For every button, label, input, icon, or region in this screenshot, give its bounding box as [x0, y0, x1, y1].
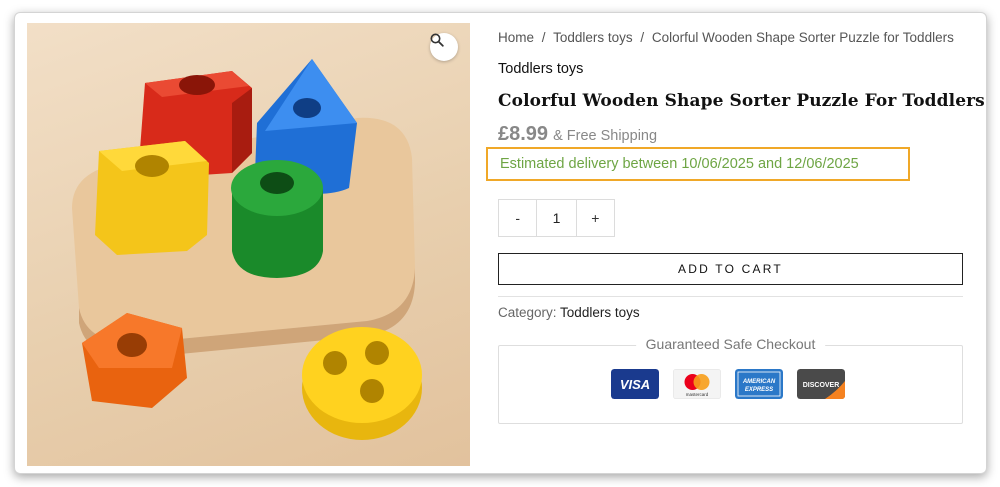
- delivery-highlight-box: Estimated delivery between 10/06/2025 an…: [486, 147, 910, 181]
- product-summary: Home / Toddlers toys / Colorful Wooden S…: [486, 13, 985, 473]
- product-category-meta: Category: Toddlers toys: [498, 305, 640, 320]
- price-row: £8.99 & Free Shipping: [498, 123, 657, 146]
- breadcrumb-current: Colorful Wooden Shape Sorter Puzzle for …: [651, 30, 954, 45]
- svg-text:mastercard: mastercard: [686, 392, 709, 397]
- svg-text:AMERICAN: AMERICAN: [742, 379, 776, 385]
- safe-checkout-box: Guaranteed Safe Checkout VISA mastercard…: [498, 336, 963, 424]
- breadcrumb-separator: /: [640, 30, 645, 45]
- product-image[interactable]: [27, 23, 470, 466]
- product-price: £8.99: [498, 123, 549, 145]
- svg-text:VISA: VISA: [620, 377, 650, 392]
- amex-card-icon: AMERICAN EXPRESS: [735, 369, 783, 399]
- breadcrumb-category-link[interactable]: Toddlers toys: [553, 30, 633, 45]
- category-heading: Toddlers toys: [498, 61, 584, 77]
- product-page-frame: Home / Toddlers toys / Colorful Wooden S…: [14, 12, 987, 474]
- quantity-minus-button[interactable]: -: [499, 200, 536, 236]
- discover-card-icon: DISCOVER: [797, 369, 845, 399]
- quantity-input[interactable]: 1: [536, 200, 577, 236]
- category-meta-link[interactable]: Toddlers toys: [560, 305, 640, 320]
- category-meta-label: Category:: [498, 305, 557, 320]
- estimated-delivery: Estimated delivery between 10/06/2025 an…: [500, 156, 859, 172]
- shipping-note: & Free Shipping: [553, 128, 658, 144]
- magnifier-icon[interactable]: [430, 33, 458, 61]
- breadcrumb-home-link[interactable]: Home: [498, 30, 534, 45]
- shape-sorter-illustration: [72, 59, 422, 440]
- add-to-cart-button[interactable]: ADD TO CART: [498, 253, 963, 285]
- svg-text:EXPRESS: EXPRESS: [745, 387, 773, 393]
- breadcrumb-separator: /: [541, 30, 546, 45]
- payment-cards: VISA mastercard AMERICAN EXPRESS DISCOVE…: [611, 369, 845, 399]
- breadcrumb: Home / Toddlers toys / Colorful Wooden S…: [498, 30, 954, 45]
- safe-checkout-title: Guaranteed Safe Checkout: [635, 336, 826, 352]
- product-title: Colorful Wooden Shape Sorter Puzzle For …: [498, 91, 985, 111]
- quantity-stepper: - 1 +: [498, 199, 615, 237]
- quantity-plus-button[interactable]: +: [577, 200, 614, 236]
- svg-text:DISCOVER: DISCOVER: [803, 382, 840, 389]
- mastercard-card-icon: mastercard: [673, 369, 721, 399]
- divider: [498, 296, 963, 297]
- visa-card-icon: VISA: [611, 369, 659, 399]
